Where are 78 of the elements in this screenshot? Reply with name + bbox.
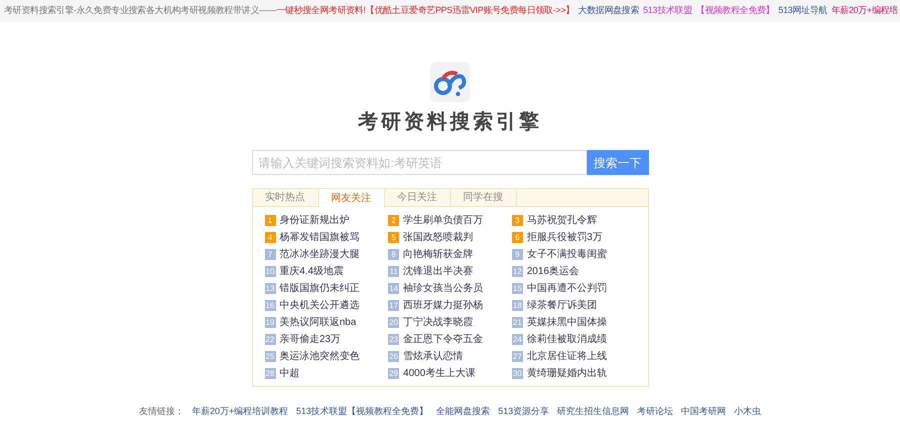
hot-link[interactable]: 身份证新规出炉 (280, 213, 350, 228)
friend-link[interactable]: 小木虫 (734, 405, 762, 418)
hot-link[interactable]: 西班牙媒力挺孙杨 (403, 298, 484, 313)
hot-link[interactable]: 学生刷单负债百万 (403, 213, 484, 228)
rank-badge: 25 (264, 351, 276, 362)
hot-link[interactable]: 奥运泳池突然变色 (280, 349, 360, 364)
rank-badge: 3 (512, 215, 523, 226)
friend-link[interactable]: 全能网盘搜索 (436, 405, 490, 418)
hot-link[interactable]: 北京居住证将上线 (526, 349, 607, 364)
rank-badge: 11 (388, 266, 400, 277)
top-link[interactable]: 【优酷土豆爱奇艺PPS迅雷VIP账号免费每日领取->>】 (366, 4, 574, 18)
hot-link[interactable]: 袖珍女孩当公务员 (403, 281, 484, 296)
hot-link[interactable]: 重庆4.4级地震 (280, 264, 344, 279)
hot-link[interactable]: 英媒抹黑中国体操 (526, 315, 607, 330)
rank-badge: 28 (264, 368, 276, 379)
rank-badge: 13 (264, 283, 276, 294)
rank-badge: 6 (512, 232, 523, 243)
hot-link[interactable]: 女子不满投毒闺蜜 (526, 247, 607, 262)
promo-link[interactable]: 一键秒搜全网考研资料! (276, 4, 366, 18)
hot-link[interactable]: 拒服兵役被罚3万 (526, 230, 602, 245)
rank-badge: 23 (388, 334, 400, 345)
rank-badge: 2 (388, 215, 400, 226)
friend-link[interactable]: 年薪20万+编程培训教程 (192, 405, 288, 418)
hot-link[interactable]: 杨幂发错国旗被骂 (280, 230, 360, 245)
rank-badge: 26 (388, 351, 400, 362)
site-title: 考研资料搜索引擎-永久免费专业搜索各大机构考研视频教程带讲义—— (4, 4, 276, 18)
rank-badge: 21 (512, 317, 523, 328)
hot-link[interactable]: 美热议阿联返nba (280, 315, 356, 330)
hot-link[interactable]: 中超 (280, 366, 300, 381)
rank-badge: 30 (512, 368, 523, 379)
hot-link[interactable]: 错版国旗仍未纠正 (280, 281, 360, 296)
hot-link[interactable]: 亲哥偷走23万 (280, 332, 341, 347)
hot-link[interactable]: 徐莉佳被取消成绩 (526, 332, 607, 347)
top-link[interactable]: 年薪20万+编程培 (831, 4, 898, 18)
rank-badge: 19 (264, 317, 276, 328)
hot-link[interactable]: 2016奥运会 (526, 264, 580, 279)
rank-badge: 14 (388, 283, 400, 294)
hot-link[interactable]: 金正恩下令夺五金 (403, 332, 484, 347)
hot-link[interactable]: 张国政怒喷裁判 (403, 230, 474, 245)
rank-badge: 17 (388, 300, 400, 311)
page-title: 考研资料搜索引擎 (358, 108, 542, 135)
hot-link[interactable]: 绿茶餐厅诉美团 (526, 298, 597, 313)
rank-badge: 18 (512, 300, 523, 311)
friend-link[interactable]: 513技术联盟【视频教程全免费】 (296, 405, 428, 418)
hot-link[interactable]: 范冰冰坐跡漫大腿 (280, 247, 360, 262)
rank-badge: 8 (388, 249, 400, 260)
rank-badge: 27 (512, 351, 523, 362)
friend-link[interactable]: 考研论坛 (637, 405, 674, 418)
friend-link[interactable]: 中国考研网 (681, 405, 726, 418)
hot-link[interactable]: 4000考生上大课 (403, 366, 476, 381)
rank-badge: 12 (512, 266, 523, 277)
rank-badge: 9 (512, 249, 523, 260)
hot-link[interactable]: 向艳梅斩获金牌 (403, 247, 474, 262)
hot-link[interactable]: 丁宁决战李晓霞 (403, 315, 474, 330)
friend-link[interactable]: 研究生招生信息网 (557, 405, 630, 418)
hot-link[interactable]: 马苏祝贺孔令辉 (526, 213, 597, 228)
search-field[interactable]: 请输入关键词搜索资料如:考研英语 (252, 150, 586, 175)
friend-links-label: 友情链接： (138, 405, 184, 418)
rank-badge: 24 (512, 334, 523, 345)
friend-link[interactable]: 513资源分享 (498, 405, 550, 418)
hot-link[interactable]: 中国再遭不公判罚 (526, 281, 607, 296)
hot-link[interactable]: 黄绮珊疑婚内出轨 (526, 366, 607, 381)
logo-icon (430, 62, 470, 102)
rank-badge: 22 (264, 334, 276, 345)
rank-badge: 7 (264, 249, 276, 260)
rank-badge: 1 (264, 215, 276, 226)
rank-badge: 16 (264, 300, 276, 311)
rank-badge: 15 (512, 283, 523, 294)
rank-badge: 5 (388, 232, 400, 243)
rank-badge: 29 (388, 368, 400, 379)
top-link[interactable]: 513网址导航 (778, 4, 828, 18)
rank-badge: 4 (264, 232, 276, 243)
hot-link[interactable]: 中央机关公开遴选 (280, 298, 360, 313)
rank-badge: 10 (264, 266, 276, 277)
top-link[interactable]: 大数据网盘搜索 (578, 4, 640, 18)
hot-link[interactable]: 雪炫承认恋情 (403, 349, 464, 364)
hot-link[interactable]: 沈锋退出半决赛 (403, 264, 474, 279)
rank-badge: 20 (388, 317, 400, 328)
